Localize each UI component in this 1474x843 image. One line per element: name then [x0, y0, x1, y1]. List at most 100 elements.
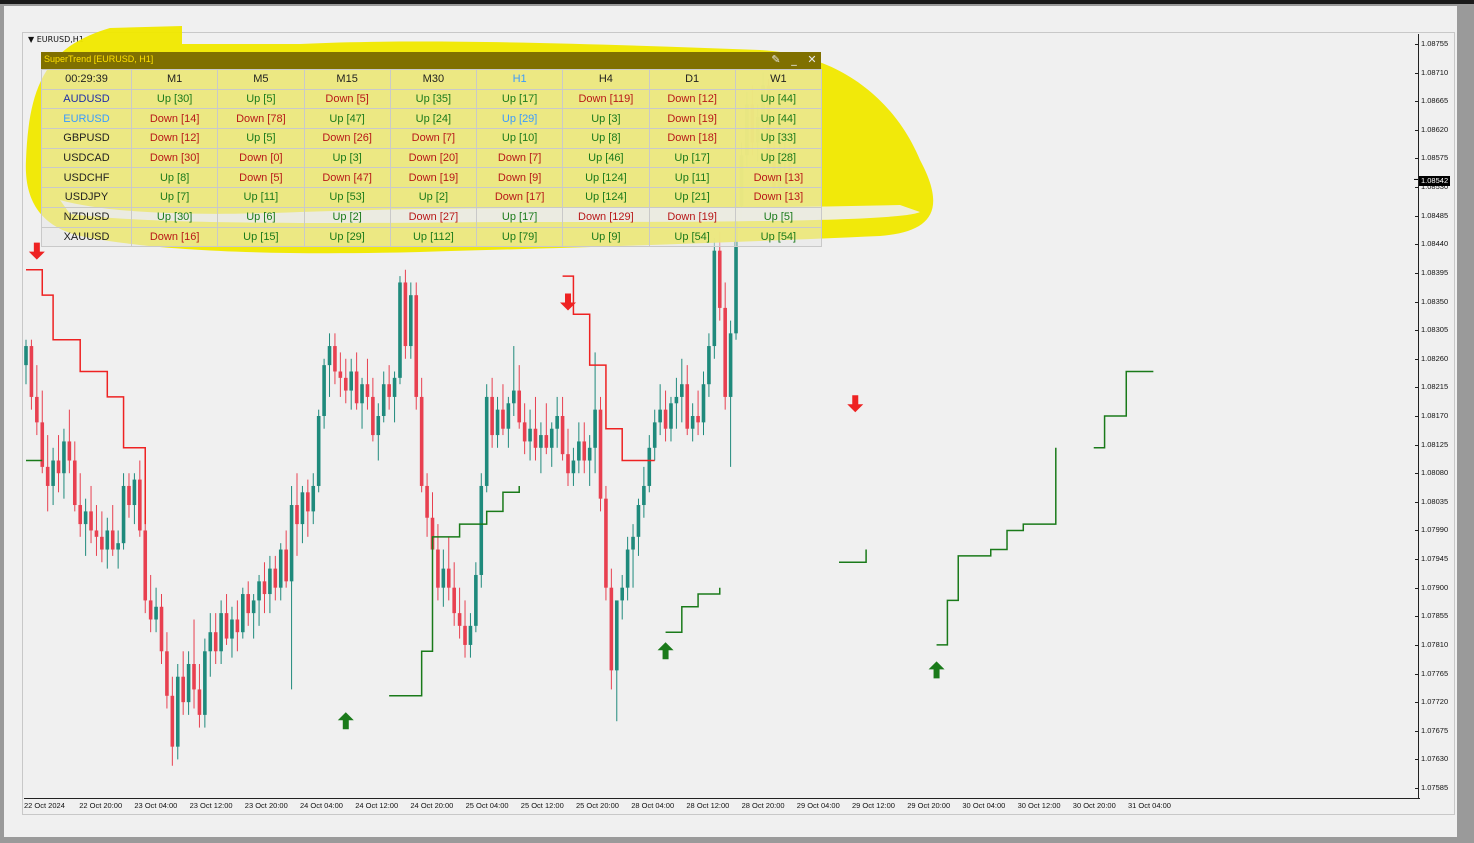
timeframe-header-m30[interactable]: M30	[389, 69, 478, 90]
trend-cell[interactable]: Up [5]	[217, 88, 305, 110]
trend-cell[interactable]: Down [19]	[648, 108, 736, 130]
trend-cell[interactable]: Up [8]	[562, 128, 650, 149]
trend-cell[interactable]: Up [8]	[130, 167, 219, 189]
pair-cell-xauusd[interactable]: XAUUSD	[41, 226, 132, 248]
trend-cell[interactable]: Down [0]	[217, 147, 305, 169]
trend-cell[interactable]: Down [27]	[389, 206, 478, 228]
price-axis[interactable]: 1.08755 1.08710 1.08665 1.08620 1.08575 1.085…	[1415, 34, 1459, 798]
trend-cell[interactable]: Up [53]	[303, 187, 391, 208]
trend-cell[interactable]: Up [33]	[734, 128, 823, 149]
trend-cell[interactable]: Up [5]	[217, 128, 305, 149]
trend-cell[interactable]: Up [17]	[648, 147, 736, 169]
trend-cell[interactable]: Up [11]	[217, 187, 305, 208]
trend-cell[interactable]: Up [24]	[389, 108, 478, 130]
trend-cell[interactable]: Down [12]	[648, 88, 736, 110]
trend-cell[interactable]: Up [11]	[648, 167, 736, 189]
trend-cell[interactable]: Down [16]	[130, 226, 219, 248]
trend-cell[interactable]: Down [30]	[130, 147, 219, 169]
timeframe-header-h1[interactable]: H1	[475, 69, 564, 90]
trend-cell[interactable]: Down [7]	[389, 128, 478, 149]
candle-body	[474, 574, 478, 626]
trend-cell[interactable]: Up [29]	[475, 108, 564, 130]
trend-cell[interactable]: Down [26]	[303, 128, 391, 149]
trend-cell[interactable]: Down [17]	[475, 187, 564, 208]
trend-cell[interactable]: Down [129]	[562, 206, 650, 228]
trend-cell[interactable]: Up [6]	[217, 206, 305, 228]
trend-cell[interactable]: Down [19]	[389, 167, 478, 189]
trend-cell[interactable]: Down [5]	[303, 88, 391, 110]
trend-cell[interactable]: Up [10]	[475, 128, 564, 149]
price-tick-mark	[1415, 559, 1419, 561]
timeframe-header-d1[interactable]: D1	[648, 69, 736, 90]
pin-icon[interactable]: ✎	[769, 53, 783, 67]
trend-cell[interactable]: Up [124]	[562, 187, 650, 208]
trend-cell[interactable]: Up [9]	[562, 226, 650, 248]
trend-cell[interactable]: Up [44]	[734, 108, 823, 130]
trend-cell[interactable]: Down [9]	[475, 167, 564, 189]
timeframe-header-m15[interactable]: M15	[303, 69, 391, 90]
minimize-icon[interactable]: _	[787, 53, 801, 67]
trend-cell[interactable]: Up [15]	[217, 226, 305, 248]
trend-cell[interactable]: Down [119]	[562, 88, 650, 110]
pair-cell-audusd[interactable]: AUDUSD	[41, 88, 132, 110]
timeframe-header-h4[interactable]: H4	[562, 69, 650, 90]
trend-cell[interactable]: Up [2]	[303, 206, 391, 228]
trend-cell[interactable]: Up [54]	[648, 226, 736, 248]
candle-body	[414, 295, 419, 397]
time-axis[interactable]: 22 Oct 2024 22 Oct 20:00 23 Oct 04:00 23 Oc…	[24, 798, 1420, 815]
trend-cell[interactable]: Up [79]	[475, 226, 564, 248]
timeframe-header-w1[interactable]: W1	[734, 69, 823, 90]
trend-cell[interactable]: Down [78]	[217, 108, 305, 130]
pair-cell-eurusd[interactable]: EURUSD	[41, 108, 132, 130]
pair-cell-usdjpy[interactable]: USDJPY	[41, 187, 132, 208]
trend-cell[interactable]: Up [47]	[303, 108, 391, 130]
trend-cell[interactable]: Up [30]	[130, 206, 219, 228]
trend-cell[interactable]: Up [17]	[475, 88, 564, 110]
candle-body	[728, 333, 733, 397]
trend-cell[interactable]: Up [5]	[734, 206, 823, 228]
timeframe-header-m1[interactable]: M1	[130, 69, 219, 90]
pair-cell-nzdusd[interactable]: NZDUSD	[41, 206, 132, 228]
pair-cell-gbpusd[interactable]: GBPUSD	[41, 128, 132, 149]
trend-cell[interactable]: Up [7]	[130, 187, 219, 208]
candle-body	[316, 416, 321, 486]
pair-cell-usdcad[interactable]: USDCAD	[41, 147, 132, 169]
trend-cell[interactable]: Up [46]	[562, 147, 650, 169]
candle-body	[251, 600, 256, 614]
pair-cell-usdchf[interactable]: USDCHF	[41, 167, 132, 189]
trend-cell[interactable]: Down [19]	[648, 206, 736, 228]
trend-cell[interactable]: Up [2]	[389, 187, 478, 208]
trend-cell[interactable]: Down [47]	[303, 167, 391, 189]
supertrend-panel[interactable]: SuperTrend [EURUSD, H1] ✎ _ ✕ 00:29:39 M1…	[41, 52, 823, 248]
trend-cell[interactable]: Down [12]	[130, 128, 219, 149]
trend-cell[interactable]: Up [28]	[734, 147, 823, 169]
time-tick-label: 24 Oct 12:00	[355, 801, 399, 810]
trend-cell[interactable]: Up [30]	[130, 88, 219, 110]
trend-cell[interactable]: Up [35]	[389, 88, 478, 110]
candle-body	[51, 460, 55, 486]
time-tick-label: 29 Oct 04:00	[796, 801, 840, 810]
trend-cell[interactable]: Up [21]	[648, 187, 736, 208]
trend-cell[interactable]: Down [13]	[734, 187, 823, 208]
trend-cell[interactable]: Down [20]	[389, 147, 478, 169]
trend-cell[interactable]: Down [18]	[648, 128, 736, 149]
trend-cell[interactable]: Down [5]	[217, 167, 305, 189]
trend-cell[interactable]: Up [3]	[562, 108, 650, 130]
trend-cell[interactable]: Up [54]	[734, 226, 823, 248]
trend-cell[interactable]: Up [17]	[475, 206, 564, 228]
trend-cell[interactable]: Down [7]	[475, 147, 564, 169]
trend-cell[interactable]: Down [13]	[734, 167, 823, 189]
trend-cell[interactable]: Up [29]	[303, 226, 391, 248]
candle-body	[138, 479, 142, 531]
trend-cell[interactable]: Up [44]	[734, 88, 823, 110]
trend-cell[interactable]: Up [124]	[562, 167, 650, 189]
trend-cell[interactable]: Down [14]	[130, 108, 219, 130]
panel-header[interactable]: SuperTrend [EURUSD, H1] ✎ _ ✕	[41, 52, 821, 69]
buy-arrow-icon	[337, 712, 354, 730]
candle-body	[647, 447, 652, 486]
timeframe-header-m5[interactable]: M5	[217, 69, 305, 90]
candle-body	[658, 409, 662, 423]
close-icon[interactable]: ✕	[805, 53, 819, 67]
trend-cell[interactable]: Up [112]	[389, 226, 478, 248]
trend-cell[interactable]: Up [3]	[303, 147, 391, 169]
